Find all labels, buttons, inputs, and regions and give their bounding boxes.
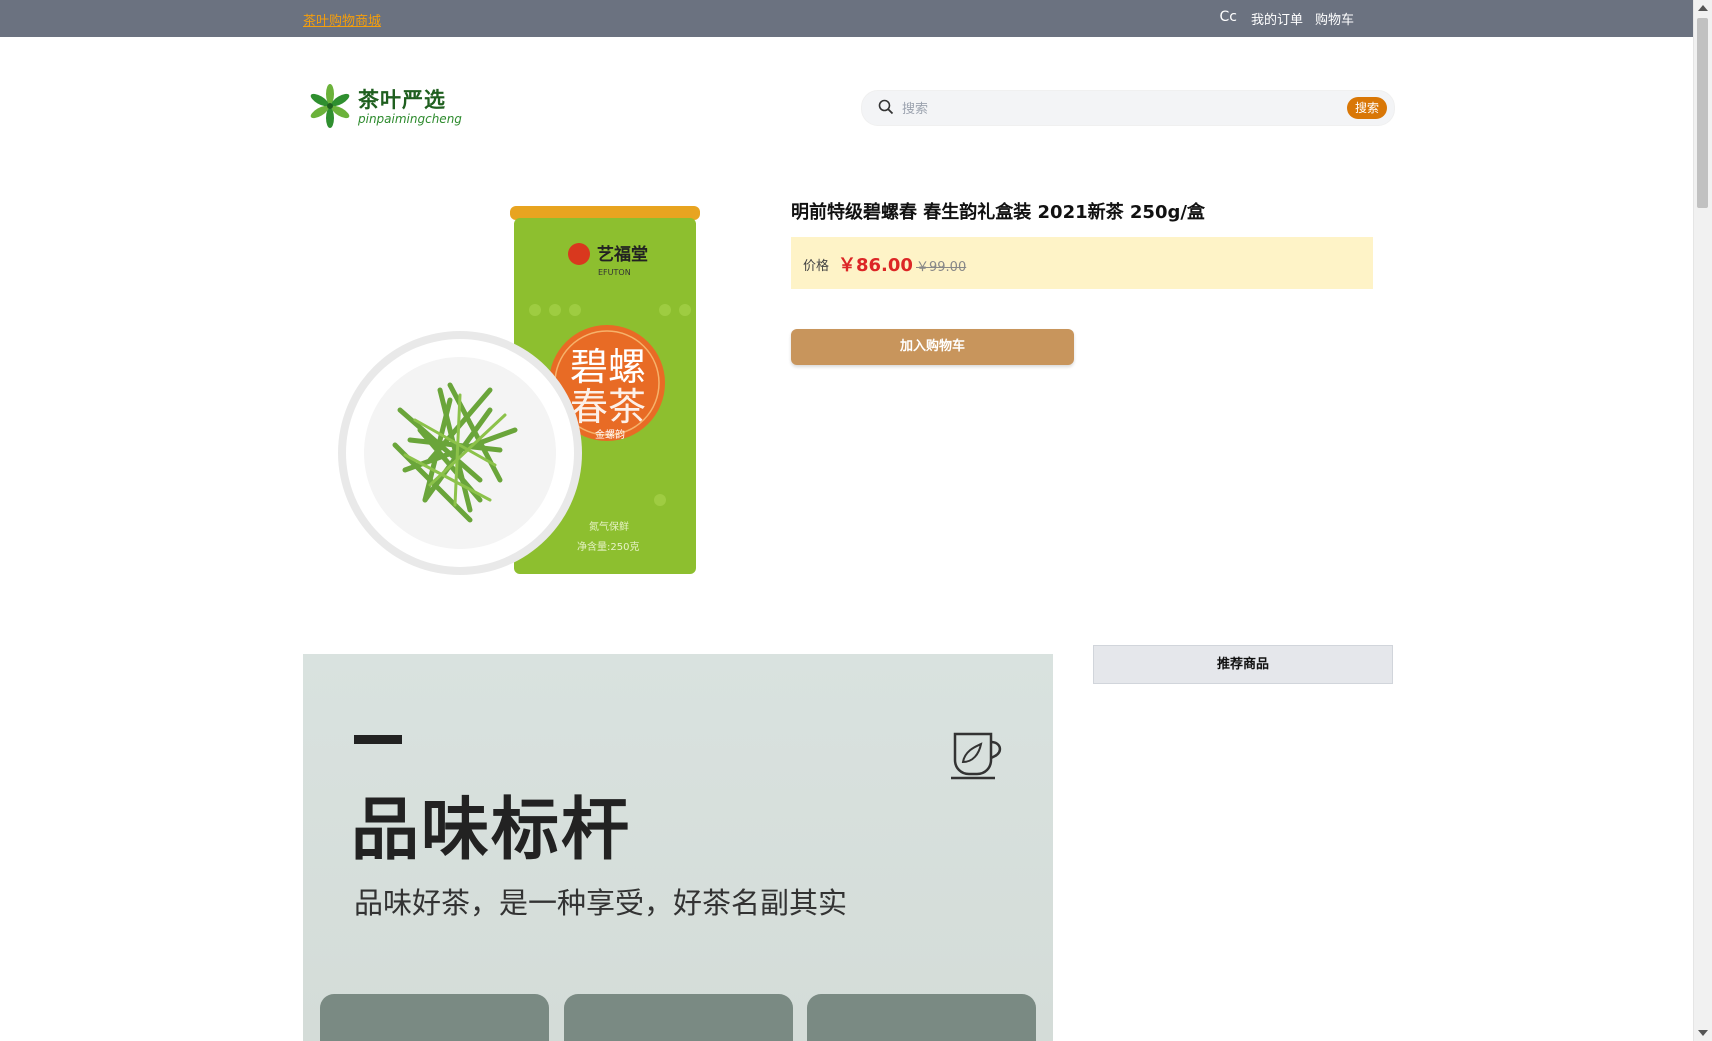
tea-leaf-logo-icon <box>310 84 350 128</box>
can-brand: 艺福堂 <box>597 244 648 265</box>
scroll-up-icon[interactable] <box>1698 5 1708 11</box>
scroll-down-icon[interactable] <box>1698 1030 1708 1036</box>
banner-card[interactable] <box>320 994 549 1041</box>
banner-slogan: 品味好茶，是一种享受，好茶名副其实 <box>354 886 848 920</box>
banner-dash <box>354 735 402 744</box>
price-label: 价格 <box>803 259 830 274</box>
site-logo[interactable]: 茶叶严选 pinpaimingcheng <box>305 82 475 132</box>
can-variant: 金螺韵 <box>595 428 625 441</box>
banner-title: 品味标杆 <box>351 791 632 870</box>
banner-card[interactable] <box>564 994 793 1041</box>
banner-card[interactable] <box>807 994 1036 1041</box>
can-name-line1: 碧螺 <box>570 345 646 389</box>
can-name-line2: 春茶 <box>570 385 646 429</box>
username-link[interactable]: Cc <box>1219 9 1236 28</box>
original-price: ￥99.00 <box>916 260 967 275</box>
scroll-thumb[interactable] <box>1697 18 1708 208</box>
can-nitrogen: 氮气保鲜 <box>589 520 629 533</box>
can-brand-en: EFUTON <box>598 268 631 277</box>
cart-link[interactable]: 购物车 <box>1315 9 1354 28</box>
search-bar: 搜索 <box>861 90 1395 126</box>
my-orders-link[interactable]: 我的订单 <box>1251 9 1303 28</box>
home-link[interactable]: 茶叶购物商城 <box>303 10 381 29</box>
search-input[interactable] <box>900 97 1324 121</box>
top-bar: 茶叶购物商城 Cc 我的订单 购物车 <box>0 0 1694 37</box>
recommend-header: 推荐商品 <box>1093 645 1393 684</box>
current-price: ￥86.00 <box>838 255 913 276</box>
product-image: 艺福堂 EFUTON 碧螺 春茶 金螺韵 氮气保鲜 净含量:250克 <box>330 200 710 580</box>
search-icon <box>878 99 894 115</box>
page-scrollbar[interactable] <box>1693 0 1712 1041</box>
search-button[interactable]: 搜索 <box>1347 97 1387 119</box>
product-title: 明前特级碧螺春 春生韵礼盒装 2021新茶 250g/盒 <box>791 202 1205 223</box>
top-nav: Cc 我的订单 购物车 <box>1219 9 1354 28</box>
price-panel: 价格 ￥86.00 ￥99.00 <box>791 237 1373 289</box>
add-to-cart-button[interactable]: 加入购物车 <box>791 329 1074 365</box>
product-image-graphic: 艺福堂 EFUTON 碧螺 春茶 金螺韵 氮气保鲜 净含量:250克 <box>338 206 700 575</box>
tea-cup-icon <box>951 732 1002 780</box>
can-net: 净含量:250克 <box>577 540 639 553</box>
promo-banner: 品味标杆 品味好茶，是一种享受，好茶名副其实 <box>303 654 1053 1041</box>
logo-subtitle: pinpaimingcheng <box>358 112 462 126</box>
logo-name: 茶叶严选 <box>358 88 446 112</box>
